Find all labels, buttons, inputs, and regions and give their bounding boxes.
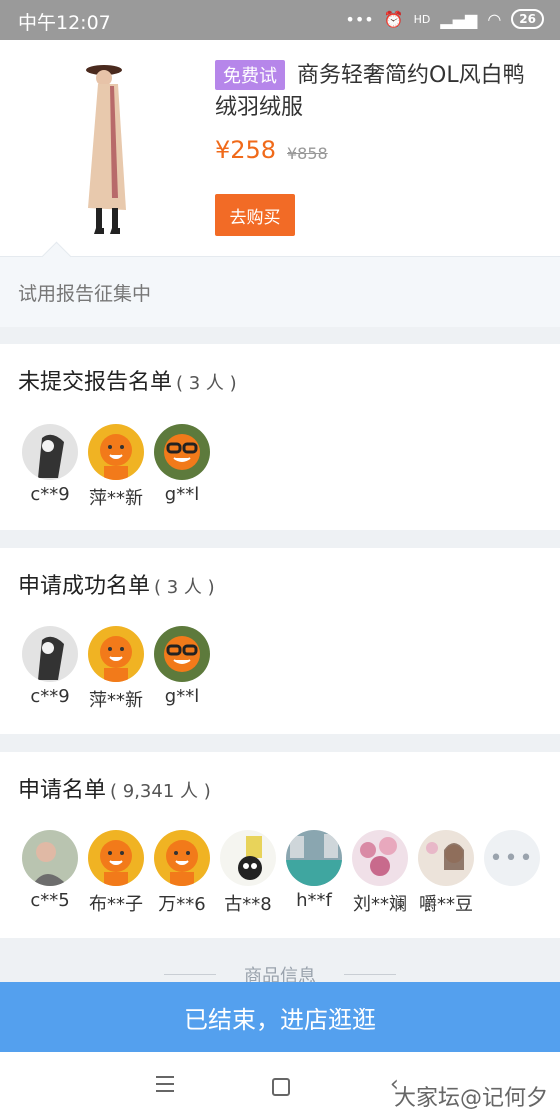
user-avatar-item[interactable]: 萍**新 xyxy=(88,626,144,712)
user-name: 古**8 xyxy=(224,894,272,915)
section-title: 申请成功名单( 3 人 ) xyxy=(18,568,215,600)
user-avatar-item[interactable]: c**9 xyxy=(22,626,78,712)
more-icon[interactable]: ••• xyxy=(484,830,540,886)
user-name: g**l xyxy=(164,484,200,505)
user-name: c**9 xyxy=(30,484,70,505)
original-price: ¥858 xyxy=(287,144,328,163)
divider-line xyxy=(344,974,396,975)
avatar[interactable] xyxy=(154,424,210,480)
avatar[interactable] xyxy=(154,626,210,682)
avatar[interactable] xyxy=(22,830,78,886)
collect-text: 试用报告征集中 xyxy=(18,283,152,305)
avatar-list: c**9 萍**新 g**l xyxy=(22,626,210,712)
signal-icon: ▂▄▆ xyxy=(440,9,478,29)
section-title-text: 申请名单 xyxy=(18,778,107,803)
user-avatar-item[interactable]: 古**8 xyxy=(220,830,276,916)
user-name: c**9 xyxy=(30,686,70,707)
status-time: 中午12:07 xyxy=(18,12,111,34)
user-avatar-item[interactable]: h**f xyxy=(286,830,342,916)
product-image[interactable] xyxy=(52,58,202,238)
more-users-item[interactable]: ••• xyxy=(484,830,540,916)
user-name: 布**子 xyxy=(89,894,143,915)
menu-icon[interactable] xyxy=(156,1076,174,1097)
section-applicants: 申请名单( 9,341 人 ) c**5 布**子 万**6 古**8 h**f… xyxy=(0,752,560,938)
section-count: ( 3 人 ) xyxy=(176,373,237,394)
user-avatar-item[interactable]: c**5 xyxy=(22,830,78,916)
user-avatar-item[interactable]: c**9 xyxy=(22,424,78,510)
user-avatar-item[interactable]: 萍**新 xyxy=(88,424,144,510)
battery-icon: 26 xyxy=(511,9,544,29)
section-approved: 申请成功名单( 3 人 ) c**9 萍**新 g**l xyxy=(0,548,560,734)
avatar[interactable] xyxy=(22,626,78,682)
user-avatar-item[interactable]: 布**子 xyxy=(88,830,144,916)
avatar[interactable] xyxy=(88,830,144,886)
avatar-list: c**5 布**子 万**6 古**8 h**f 刘**斓 嚼**豆 ••• xyxy=(22,830,540,916)
visit-store-button[interactable]: 已结束，进店逛逛 xyxy=(0,982,560,1052)
section-title-text: 申请成功名单 xyxy=(18,574,151,599)
user-name: 万**6 xyxy=(158,894,206,915)
user-name: 萍**新 xyxy=(89,690,143,711)
product-card[interactable]: 商务轻奢简约OL风白鸭绒羽绒服 免费试 ¥258 ¥858 去购买 xyxy=(0,40,560,256)
product-info-divider: 商品信息 xyxy=(0,938,560,987)
section-title: 申请名单( 9,341 人 ) xyxy=(18,772,211,804)
product-price: ¥258 xyxy=(215,136,277,164)
user-avatar-item[interactable]: g**l xyxy=(154,424,210,510)
hd-icon: HD xyxy=(413,12,431,26)
section-not-submitted: 未提交报告名单( 3 人 ) c**9 萍**新 g**l xyxy=(0,344,560,530)
avatar[interactable] xyxy=(418,830,474,886)
avatar[interactable] xyxy=(220,830,276,886)
avatar[interactable] xyxy=(88,626,144,682)
user-name: g**l xyxy=(164,686,200,707)
alarm-icon: ⏰ xyxy=(383,9,404,29)
avatar[interactable] xyxy=(352,830,408,886)
user-avatar-item[interactable]: 嚼**豆 xyxy=(418,830,474,916)
notification-dots-icon: ••• xyxy=(345,9,374,29)
section-title: 未提交报告名单( 3 人 ) xyxy=(18,364,237,396)
avatar[interactable] xyxy=(88,424,144,480)
watermark: 大家坛@记何夕 xyxy=(393,1086,548,1111)
section-title-text: 未提交报告名单 xyxy=(18,370,173,395)
user-avatar-item[interactable]: g**l xyxy=(154,626,210,712)
home-icon[interactable] xyxy=(272,1078,290,1096)
user-name: h**f xyxy=(296,890,332,911)
buy-button[interactable]: 去购买 xyxy=(215,194,295,236)
user-name: 萍**新 xyxy=(89,488,143,509)
report-collecting-banner: 试用报告征集中 xyxy=(0,241,560,327)
free-trial-badge: 免费试 xyxy=(215,60,285,90)
status-icons: ••• ⏰ HD ▂▄▆ ◠ 26 xyxy=(345,9,544,29)
user-avatar-item[interactable]: 刘**斓 xyxy=(352,830,408,916)
user-name: c**5 xyxy=(30,890,70,911)
avatar[interactable] xyxy=(154,830,210,886)
system-nav-bar: ‹ 大家坛@记何夕 xyxy=(0,1052,560,1120)
avatar-list: c**9 萍**新 g**l xyxy=(22,424,210,510)
status-bar: 中午12:07 ••• ⏰ HD ▂▄▆ ◠ 26 xyxy=(0,0,560,40)
user-name: 嚼**豆 xyxy=(419,894,473,915)
user-name: 刘**斓 xyxy=(353,894,407,915)
avatar[interactable] xyxy=(286,830,342,886)
wifi-icon: ◠ xyxy=(487,9,502,29)
section-count: ( 9,341 人 ) xyxy=(110,781,211,802)
section-count: ( 3 人 ) xyxy=(154,577,215,598)
user-avatar-item[interactable]: 万**6 xyxy=(154,830,210,916)
avatar[interactable] xyxy=(22,424,78,480)
